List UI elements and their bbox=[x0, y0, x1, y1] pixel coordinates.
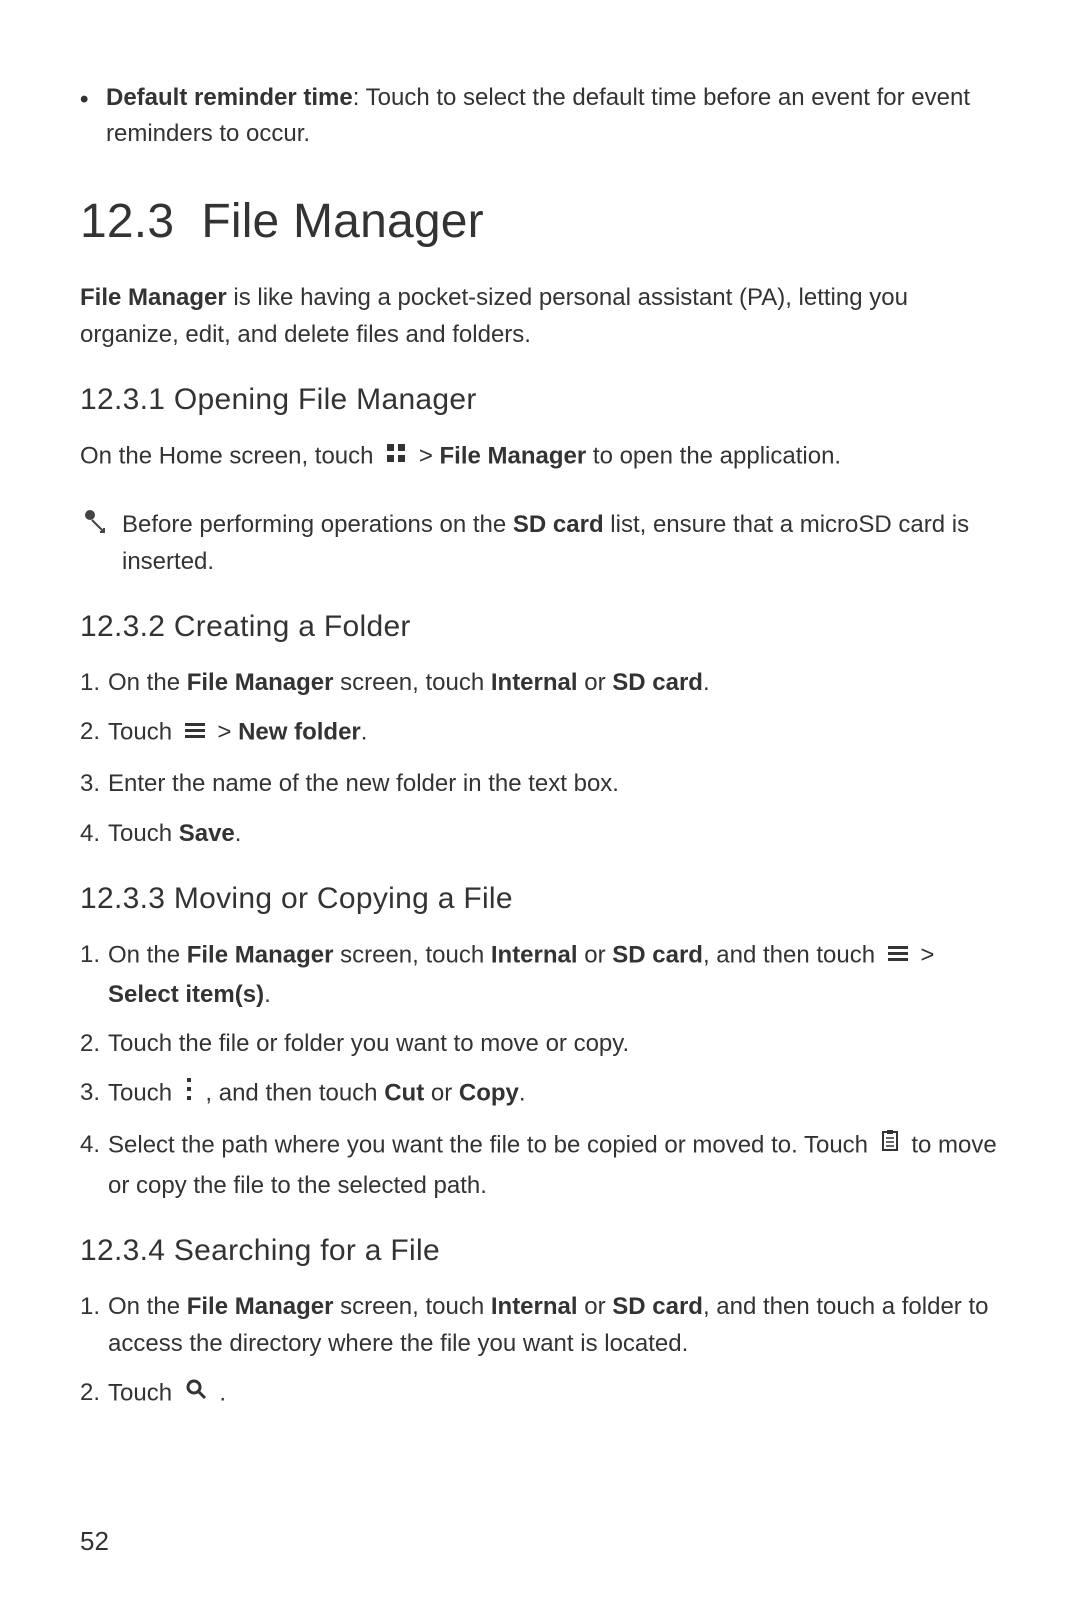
step-text: . bbox=[219, 1380, 226, 1407]
step-text: screen, touch bbox=[333, 669, 490, 696]
step-text: Enter the name of the new folder in the … bbox=[108, 770, 619, 797]
list-item: Enter the name of the new folder in the … bbox=[80, 765, 1000, 802]
step-text: Touch bbox=[108, 820, 179, 847]
step-text: or bbox=[578, 669, 613, 696]
step-text: On the bbox=[108, 669, 187, 696]
subsection-heading: 12.3.3 Moving or Copying a File bbox=[80, 882, 1000, 916]
bullet-text: Default reminder time: Touch to select t… bbox=[106, 80, 1000, 152]
step-text: . bbox=[264, 981, 271, 1008]
bold-text: Copy bbox=[459, 1080, 519, 1107]
menu-icon bbox=[185, 713, 205, 750]
bullet-label: Default reminder time bbox=[106, 84, 353, 111]
bold-text: File Manager bbox=[187, 1293, 334, 1320]
bold-text: SD card bbox=[612, 669, 703, 696]
note-text: Before performing operations on the SD c… bbox=[122, 506, 1000, 580]
list-item: Touch Save. bbox=[80, 815, 1000, 852]
step-text: . bbox=[361, 719, 368, 746]
step-text: screen, touch bbox=[333, 941, 490, 968]
list-item: On the File Manager screen, touch Intern… bbox=[80, 936, 1000, 1013]
apps-grid-icon bbox=[386, 437, 406, 474]
list-item: Touch > New folder. bbox=[80, 713, 1000, 753]
step-text: On the bbox=[108, 941, 187, 968]
step-text: screen, touch bbox=[333, 1293, 490, 1320]
steps-list: On the File Manager screen, touch Intern… bbox=[80, 936, 1000, 1204]
list-item: On the File Manager screen, touch Intern… bbox=[80, 1288, 1000, 1362]
step-text: > bbox=[217, 719, 238, 746]
bold-text: Internal bbox=[491, 1293, 578, 1320]
step-text: Touch bbox=[108, 1080, 179, 1107]
list-item: Touch the file or folder you want to mov… bbox=[80, 1025, 1000, 1062]
open-line: On the Home screen, touch > File Manager… bbox=[80, 437, 1000, 477]
open-pre: On the Home screen, touch bbox=[80, 443, 380, 470]
step-text: or bbox=[424, 1080, 459, 1107]
step-text: or bbox=[578, 941, 613, 968]
section-heading: 12.3 File Manager bbox=[80, 194, 1000, 249]
list-item: Select the path where you want the file … bbox=[80, 1126, 1000, 1203]
intro-paragraph: File Manager is like having a pocket-siz… bbox=[80, 279, 1000, 353]
step-text: . bbox=[519, 1080, 526, 1107]
paste-icon bbox=[881, 1126, 899, 1163]
step-text: , and then touch bbox=[703, 941, 882, 968]
note-pre: Before performing operations on the bbox=[122, 511, 513, 538]
document-page: • Default reminder time: Touch to select… bbox=[0, 0, 1080, 1617]
list-item: Touch , and then touch Cut or Copy. bbox=[80, 1074, 1000, 1114]
subsection-heading: 12.3.4 Searching for a File bbox=[80, 1234, 1000, 1268]
bullet-dot: • bbox=[80, 80, 106, 118]
bold-text: File Manager bbox=[187, 941, 334, 968]
menu-icon bbox=[888, 936, 908, 973]
note-icon bbox=[80, 506, 122, 545]
bold-text: Internal bbox=[491, 941, 578, 968]
list-item: On the File Manager screen, touch Intern… bbox=[80, 664, 1000, 701]
step-text: Touch the file or folder you want to mov… bbox=[108, 1030, 629, 1057]
bold-text: File Manager bbox=[187, 669, 334, 696]
bold-text: New folder bbox=[238, 719, 361, 746]
overflow-dots-icon bbox=[185, 1074, 193, 1111]
steps-list: On the File Manager screen, touch Intern… bbox=[80, 664, 1000, 852]
bold-text: Internal bbox=[491, 669, 578, 696]
subsection-heading: 12.3.2 Creating a Folder bbox=[80, 610, 1000, 644]
subsection-heading: 12.3.1 Opening File Manager bbox=[80, 383, 1000, 417]
bold-text: Save bbox=[179, 820, 235, 847]
list-item: Touch . bbox=[80, 1374, 1000, 1414]
bold-text: Select item(s) bbox=[108, 981, 264, 1008]
step-text: or bbox=[578, 1293, 613, 1320]
bold-text: SD card bbox=[612, 941, 703, 968]
step-text: . bbox=[703, 669, 710, 696]
steps-list: On the File Manager screen, touch Intern… bbox=[80, 1288, 1000, 1415]
step-text: Select the path where you want the file … bbox=[108, 1132, 875, 1159]
section-title: File Manager bbox=[201, 195, 484, 248]
step-text: Touch bbox=[108, 719, 179, 746]
step-text: , and then touch bbox=[205, 1080, 384, 1107]
step-text: . bbox=[235, 820, 242, 847]
sd-card-bold: SD card bbox=[513, 511, 604, 538]
bullet-item: • Default reminder time: Touch to select… bbox=[80, 80, 1000, 152]
step-text: Touch bbox=[108, 1380, 179, 1407]
step-text: > bbox=[920, 941, 934, 968]
page-number: 52 bbox=[80, 1526, 109, 1557]
chevron-post: > bbox=[419, 443, 440, 470]
search-icon bbox=[185, 1374, 207, 1411]
step-text: On the bbox=[108, 1293, 187, 1320]
section-number: 12.3 bbox=[80, 195, 174, 248]
note-row: Before performing operations on the SD c… bbox=[80, 506, 1000, 580]
bold-text: SD card bbox=[612, 1293, 703, 1320]
bold-text: Cut bbox=[384, 1080, 424, 1107]
file-manager-bold: File Manager bbox=[440, 443, 587, 470]
file-manager-bold: File Manager bbox=[80, 284, 227, 311]
open-post: to open the application. bbox=[586, 443, 841, 470]
